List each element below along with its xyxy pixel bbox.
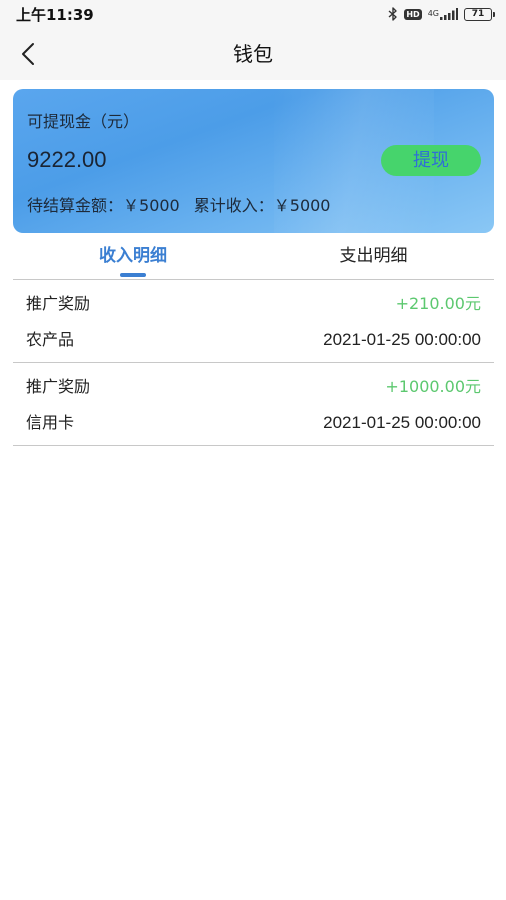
page-title: 钱包 bbox=[233, 42, 273, 66]
total-income: 累计收入： ￥5000 bbox=[194, 192, 331, 216]
pending-amount: 待结算金额： ￥5000 bbox=[27, 192, 180, 216]
record-category: 信用卡 bbox=[26, 413, 75, 432]
battery-icon: 71 bbox=[464, 7, 495, 21]
record-header: 推广奖励 +210.00元 bbox=[26, 292, 481, 316]
chevron-left-icon bbox=[22, 43, 34, 65]
record-title: 推广奖励 bbox=[26, 294, 91, 313]
bluetooth-icon bbox=[388, 7, 398, 21]
record-amount: +210.00元 bbox=[395, 294, 481, 313]
record-category: 农产品 bbox=[26, 330, 75, 349]
record-title: 推广奖励 bbox=[26, 377, 91, 396]
card-summary: 待结算金额： ￥5000 累计收入： ￥5000 bbox=[27, 192, 331, 216]
active-tab-indicator bbox=[120, 273, 146, 277]
status-bar: 上午11:39 HD 4G 71 bbox=[0, 0, 506, 28]
record-footer: 农产品 2021-01-25 00:00:00 bbox=[26, 328, 481, 352]
detail-tabs: 收入明细 支出明细 bbox=[13, 233, 494, 280]
hd-icon: HD bbox=[404, 8, 422, 20]
status-icons: HD 4G 71 bbox=[388, 7, 495, 21]
list-item[interactable]: 推广奖励 +210.00元 农产品 2021-01-25 00:00:00 bbox=[13, 280, 494, 363]
pending-value: ￥5000 bbox=[123, 196, 180, 215]
total-label: 累计收入： bbox=[193, 196, 274, 215]
status-time: 上午11:39 bbox=[16, 5, 94, 24]
wallet-page: 上午11:39 HD 4G 71 钱包 可提现金（元） 9222.00 提现 待… bbox=[0, 0, 506, 900]
record-datetime: 2021-01-25 00:00:00 bbox=[323, 330, 481, 349]
balance-card: 可提现金（元） 9222.00 提现 待结算金额： ￥5000 累计收入： ￥5… bbox=[13, 89, 494, 233]
record-footer: 信用卡 2021-01-25 00:00:00 bbox=[26, 411, 481, 435]
record-header: 推广奖励 +1000.00元 bbox=[26, 375, 481, 399]
back-button[interactable] bbox=[10, 36, 46, 72]
network-type-label: 4G bbox=[427, 9, 439, 18]
withdraw-button[interactable]: 提现 bbox=[381, 145, 481, 176]
nav-bar: 钱包 bbox=[0, 28, 506, 80]
record-datetime: 2021-01-25 00:00:00 bbox=[323, 413, 481, 432]
signal-icon: 4G bbox=[428, 8, 458, 20]
tab-expense[interactable]: 支出明细 bbox=[253, 233, 494, 279]
withdrawable-label: 可提现金（元） bbox=[27, 112, 140, 131]
list-item[interactable]: 推广奖励 +1000.00元 信用卡 2021-01-25 00:00:00 bbox=[13, 363, 494, 446]
total-value: ￥5000 bbox=[273, 196, 331, 215]
battery-level: 71 bbox=[471, 9, 485, 19]
withdrawable-amount: 9222.00 bbox=[27, 147, 107, 172]
record-amount: +1000.00元 bbox=[385, 377, 481, 396]
pending-label: 待结算金额： bbox=[27, 196, 124, 215]
